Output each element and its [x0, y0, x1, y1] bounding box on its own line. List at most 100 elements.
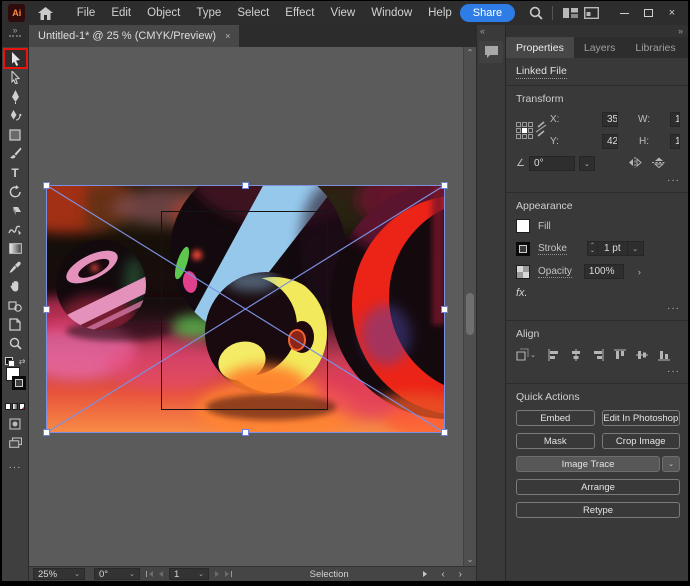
tab-layers[interactable]: Layers	[574, 37, 626, 58]
stroke-weight-dropdown[interactable]: ⌄	[628, 241, 644, 256]
constrain-proportions-icon[interactable]	[534, 120, 550, 141]
screen-mode-button[interactable]	[4, 433, 27, 452]
collapse-panel-icon[interactable]: »	[678, 26, 683, 36]
search-icon[interactable]	[525, 3, 546, 23]
y-input[interactable]: 420.9449 p	[602, 134, 618, 149]
menu-edit[interactable]: Edit	[103, 3, 139, 23]
menu-window[interactable]: Window	[363, 3, 420, 23]
workspace-switcher-icon[interactable]	[559, 3, 580, 23]
share-button[interactable]: Share	[460, 4, 515, 22]
retype-button[interactable]: Retype	[516, 502, 680, 518]
curvature-tool[interactable]	[4, 106, 27, 125]
opacity-swatch[interactable]	[516, 265, 530, 279]
rotate-angle-input[interactable]: 0°	[529, 156, 575, 171]
flip-horizontal-button[interactable]	[628, 157, 642, 171]
w-input[interactable]: 1680 px	[670, 112, 680, 127]
first-artboard-button[interactable]	[149, 571, 153, 577]
zoom-level-select[interactable]: 25% ⌄	[33, 568, 85, 580]
color-mode-button[interactable]	[5, 403, 11, 410]
opacity-input[interactable]: 100%	[584, 264, 624, 279]
tab-libraries[interactable]: Libraries	[625, 37, 685, 58]
menu-view[interactable]: View	[323, 3, 364, 23]
embed-button[interactable]: Embed	[516, 410, 595, 426]
eyedropper-tool[interactable]	[4, 258, 27, 277]
align-top-button[interactable]	[613, 347, 628, 362]
align-vertical-center-button[interactable]	[635, 347, 650, 362]
selection-handle-middle-right[interactable]	[441, 306, 448, 313]
last-artboard-button[interactable]	[225, 571, 229, 577]
home-icon[interactable]	[35, 4, 54, 22]
direct-selection-tool[interactable]	[4, 68, 27, 87]
canvas[interactable]: ⌃ ⌄	[29, 47, 476, 566]
horizontal-scrollbar[interactable]: ‹ ›	[423, 569, 472, 580]
rotation-select[interactable]: 0° ⌄	[94, 568, 140, 580]
selection-handle-middle-left[interactable]	[43, 306, 50, 313]
comments-panel-button[interactable]	[479, 41, 503, 63]
edit-toolbar-button[interactable]: ···	[9, 462, 22, 473]
swap-fill-stroke-icon[interactable]: ⇄	[19, 357, 26, 366]
stroke-weight-stepper[interactable]: ⌃ ⌄	[587, 241, 597, 256]
reference-point-selector[interactable]	[516, 122, 536, 139]
close-button[interactable]: ×	[660, 3, 684, 23]
tab-properties[interactable]: Properties	[506, 37, 574, 58]
scroll-up-icon[interactable]: ⌃	[464, 47, 476, 59]
maximize-button[interactable]	[636, 3, 660, 23]
selection-handle-top-right[interactable]	[441, 182, 448, 189]
stroke-swatch[interactable]	[12, 376, 26, 390]
arrange-button[interactable]: Arrange	[516, 479, 680, 495]
align-bottom-button[interactable]	[657, 347, 672, 362]
selection-handle-bottom-center[interactable]	[242, 429, 249, 436]
drawing-modes-button[interactable]	[4, 414, 27, 433]
align-left-button[interactable]	[547, 347, 562, 362]
gradient-mode-button[interactable]	[12, 403, 18, 410]
expand-tools-icon[interactable]: »	[12, 25, 17, 35]
opacity-label[interactable]: Opacity	[538, 266, 572, 278]
rotate-angle-dropdown[interactable]: ⌄	[579, 156, 595, 171]
gradient-tool[interactable]	[4, 239, 27, 258]
align-to-selection-dropdown[interactable]: ⌄	[516, 348, 536, 361]
shape-builder-tool[interactable]	[4, 296, 27, 315]
scroll-down-icon[interactable]: ⌄	[464, 554, 476, 566]
artboard-tool[interactable]	[4, 315, 27, 334]
menu-select[interactable]: Select	[229, 3, 277, 23]
panel-layout-icon[interactable]	[581, 3, 602, 23]
illustrator-logo-icon[interactable]: Ai	[8, 4, 25, 22]
align-right-button[interactable]	[591, 347, 606, 362]
paintbrush-tool[interactable]	[4, 144, 27, 163]
fill-color-swatch[interactable]	[516, 219, 530, 233]
document-tab-close-icon[interactable]: ×	[225, 31, 230, 41]
align-more-options[interactable]: ···	[516, 366, 680, 377]
opacity-flyout-icon[interactable]: ›	[638, 267, 641, 277]
vertical-scrollbar-thumb[interactable]	[466, 293, 474, 335]
document-tab[interactable]: Untitled-1* @ 25 % (CMYK/Preview) ×	[29, 25, 239, 47]
tools-panel-header[interactable]: »	[2, 25, 28, 47]
menu-object[interactable]: Object	[139, 3, 188, 23]
eraser-tool[interactable]	[4, 201, 27, 220]
menu-effect[interactable]: Effect	[277, 3, 322, 23]
pen-tool[interactable]	[4, 87, 27, 106]
h-input[interactable]: 1050 px	[670, 134, 680, 149]
zoom-tool[interactable]	[4, 334, 27, 353]
scroll-right-icon[interactable]: ›	[459, 569, 462, 580]
align-horizontal-center-button[interactable]	[569, 347, 584, 362]
type-tool[interactable]: T	[4, 163, 27, 182]
rotate-tool[interactable]	[4, 182, 27, 201]
stroke-label[interactable]: Stroke	[538, 243, 567, 255]
menu-file[interactable]: File	[69, 3, 104, 23]
vertical-scrollbar[interactable]: ⌃ ⌄	[463, 47, 476, 566]
stroke-color-swatch[interactable]	[516, 242, 530, 256]
menu-type[interactable]: Type	[188, 3, 229, 23]
previous-artboard-button[interactable]	[159, 571, 163, 577]
minimize-button[interactable]	[612, 3, 636, 23]
image-trace-button[interactable]: Image Trace	[516, 456, 660, 472]
scroll-left-icon[interactable]: ‹	[441, 569, 444, 580]
menu-help[interactable]: Help	[420, 3, 460, 23]
image-trace-dropdown[interactable]: ⌄	[662, 456, 680, 472]
shaper-tool[interactable]	[4, 220, 27, 239]
edit-in-photoshop-button[interactable]: Edit In Photoshop	[602, 410, 681, 426]
mask-button[interactable]: Mask	[516, 433, 595, 449]
selection-handle-top-center[interactable]	[242, 182, 249, 189]
stroke-weight-input[interactable]: 1 pt	[597, 241, 628, 256]
none-mode-button[interactable]	[19, 403, 25, 410]
flip-vertical-button[interactable]	[652, 157, 666, 171]
